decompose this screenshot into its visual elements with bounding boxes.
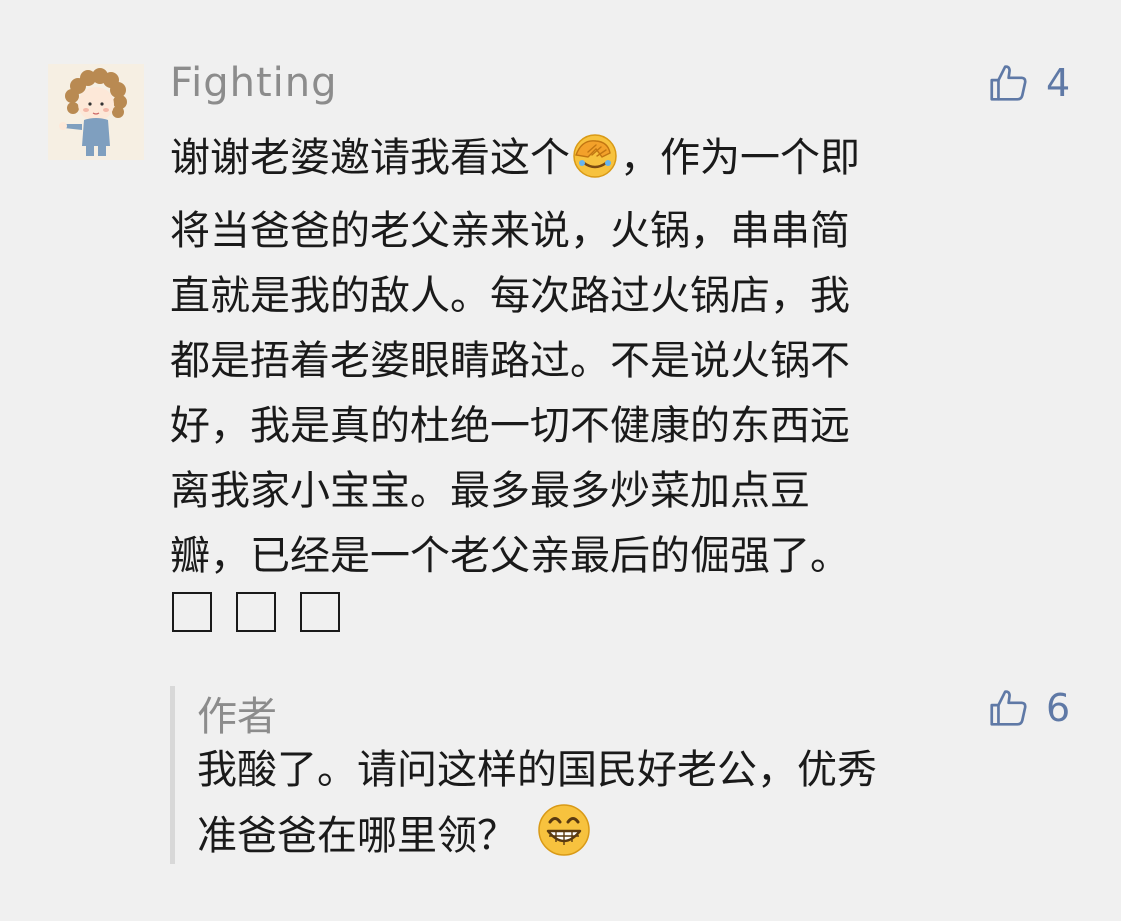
author-reply: 作者 我酸了。请问这样的国民好老公，优秀 准爸爸在哪里领？ — [170, 686, 1075, 864]
thumbs-up-icon — [986, 60, 1032, 106]
comment-like-count: 4 — [1046, 61, 1071, 105]
reply-author-label[interactable]: 作者 — [197, 684, 277, 742]
reply-line-2: 准爸爸在哪里领？ — [197, 803, 1067, 877]
face-palm-emoji-icon — [572, 133, 618, 199]
comment-line: 都是捂着老婆眼睛路过。不是说火锅不 — [170, 338, 850, 384]
comment-line: 将当爸爸的老父亲来说，火锅，串串简 — [170, 208, 850, 254]
avatar-illustration — [48, 64, 144, 160]
grinning-face-emoji-icon — [537, 803, 591, 877]
comment-line: 离我家小宝宝。最多最多炒菜加点豆 — [170, 468, 810, 514]
comment-line: 直就是我的敌人。每次路过火锅店，我 — [170, 273, 850, 319]
comment-username[interactable]: Fighting — [170, 60, 338, 106]
unsupported-glyph-icon — [236, 592, 276, 632]
comment-like-button[interactable]: 4 — [986, 60, 1070, 106]
comment-text-part1: 谢谢老婆邀请我看这个 — [170, 135, 570, 181]
unsupported-glyphs — [172, 592, 340, 632]
comment-body: 谢谢老婆邀请我看这个 ，作为一个即 将当爸爸的老父亲来说，火锅，串串简 直就是我… — [170, 126, 1050, 589]
comment-line: 瓣，已经是一个老父亲最后的倔强了。 — [170, 533, 850, 579]
reply-line-2-text: 准爸爸在哪里领？ — [197, 813, 517, 859]
reply-body: 我酸了。请问这样的国民好老公，优秀 准爸爸在哪里领？ — [197, 738, 1067, 877]
unsupported-glyph-icon — [300, 592, 340, 632]
unsupported-glyph-icon — [172, 592, 212, 632]
comment-text-part1-after: ，作为一个即 — [620, 135, 860, 181]
reply-like-count: 6 — [1046, 686, 1071, 730]
reply-like-button[interactable]: 6 — [986, 685, 1070, 731]
avatar[interactable] — [48, 64, 144, 160]
reply-line-1: 我酸了。请问这样的国民好老公，优秀 — [197, 747, 877, 793]
comment-line: 好，我是真的杜绝一切不健康的东西远 — [170, 403, 850, 449]
comment-line-1: 谢谢老婆邀请我看这个 ，作为一个即 — [170, 126, 1050, 199]
thumbs-up-icon — [986, 685, 1032, 731]
